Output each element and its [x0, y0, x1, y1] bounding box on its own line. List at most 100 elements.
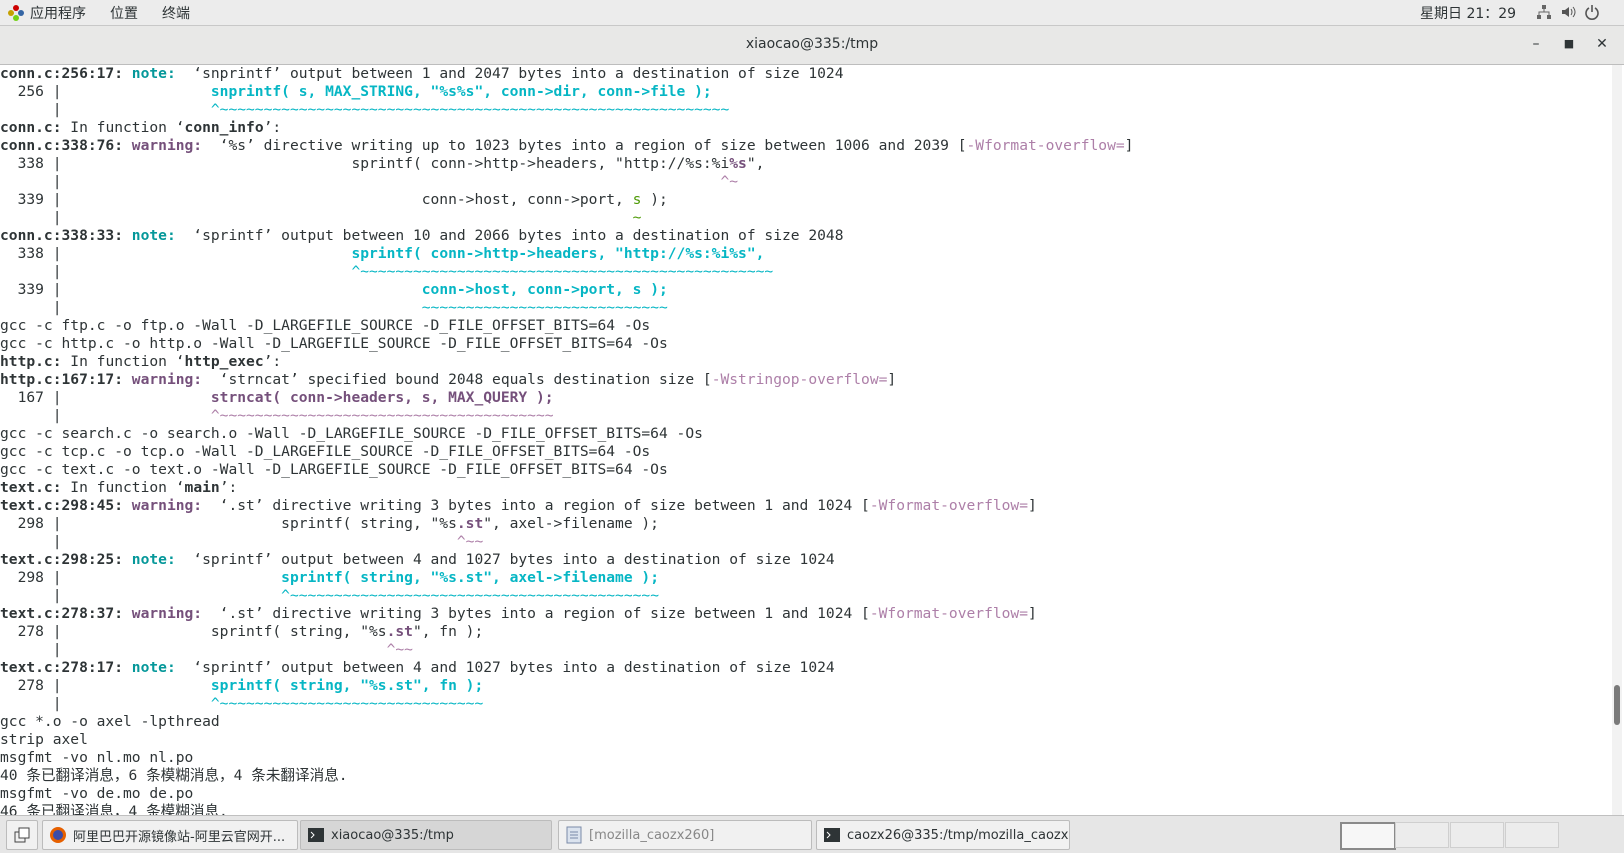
terminal-text: 298 | [0, 569, 282, 586]
terminal-line: 278 | sprintf( string, "%s.st", fn ); [0, 623, 1610, 641]
scrollbar-thumb[interactable] [1614, 685, 1620, 725]
terminal-line: 338 | sprintf( conn->http->headers, "htt… [0, 155, 1610, 173]
power-icon[interactable] [1584, 4, 1600, 20]
close-button[interactable]: ✕ [1592, 34, 1612, 54]
terminal-menu[interactable]: 终端 [162, 3, 190, 23]
terminal-text: ‘.st’ directive writing 3 bytes into a r… [210, 605, 870, 622]
workspace-1[interactable] [1340, 822, 1396, 850]
places-menu[interactable]: 位置 [110, 3, 138, 23]
terminal-text: | [0, 533, 457, 550]
terminal-text: | [0, 263, 352, 280]
terminal-line: gcc -c tcp.c -o tcp.o -Wall -D_LARGEFILE… [0, 443, 1610, 461]
terminal-text: 338 | sprintf( conn->http->headers, "htt… [0, 155, 730, 172]
volume-icon[interactable] [1560, 4, 1576, 20]
maximize-button[interactable]: ■ [1559, 34, 1579, 54]
terminal-line: conn.c: In function ‘conn_info’: [0, 119, 1610, 137]
taskbar-item-terminal-active[interactable]: xiaocao@335:/tmp [300, 820, 552, 850]
terminal-line: gcc -c text.c -o text.o -Wall -D_LARGEFI… [0, 461, 1610, 479]
terminal-text: msgfmt -vo nl.mo nl.po [0, 749, 194, 766]
terminal-line: gcc -c ftp.c -o ftp.o -Wall -D_LARGEFILE… [0, 317, 1610, 335]
terminal-text: | [0, 695, 211, 712]
top-panel: 应用程序 位置 终端 星期日 21：29 [0, 0, 1624, 26]
terminal-menu-label: 终端 [162, 6, 190, 22]
terminal-text: In function ‘ [61, 479, 185, 496]
terminal-text: text.c:278:17: [0, 659, 132, 676]
terminal-text: ’: [263, 119, 282, 136]
show-desktop-button[interactable] [6, 820, 38, 850]
terminal-text: ^~~~~~~~~~~~~~~~~~~~~~~~~~~~~~~~~~~~~~~~… [281, 587, 659, 604]
terminal-text: sprintf( string, "%s.st", fn ); [210, 677, 484, 694]
terminal-line: gcc -c http.c -o http.o -Wall -D_LARGEFI… [0, 335, 1610, 353]
terminal-icon [824, 828, 840, 842]
terminal-text: gcc *.o -o axel -lpthread [0, 713, 220, 730]
terminal-line: | ^~~~~~~~~~~~~~~~~~~~~~~~~~~~~~~ [0, 695, 1610, 713]
terminal-text: conn.c:338:33: [0, 227, 132, 244]
terminal-text: gcc -c http.c -o http.o -Wall -D_LARGEFI… [0, 335, 668, 352]
terminal-line: | ^~~ [0, 641, 1610, 659]
terminal-line: msgfmt -vo nl.mo nl.po [0, 749, 1610, 767]
terminal-line: 46 条已翻译消息，4 条模糊消息. [0, 803, 1610, 815]
terminal-text: | [0, 299, 422, 316]
terminal-text: .st [386, 623, 413, 640]
terminal-text: %s [729, 155, 747, 172]
taskbar-item-firefox[interactable]: 阿里巴巴开源镜像站-阿里云官网开... [42, 820, 298, 850]
terminal-text: ", axel->filename ); [483, 515, 659, 532]
taskbar-item-terminal-2[interactable]: caozx26@335:/tmp/mozilla_caozx··· [816, 820, 1070, 850]
terminal-line: gcc *.o -o axel -lpthread [0, 713, 1610, 731]
terminal-text: text.c:298:25: [0, 551, 132, 568]
terminal-text: warning: [131, 605, 211, 622]
terminal-line: http.c: In function ‘http_exec’: [0, 353, 1610, 371]
terminal-line: 298 | sprintf( string, "%s.st", axel->fi… [0, 515, 1610, 533]
terminal-line: 278 | sprintf( string, "%s.st", fn ); [0, 677, 1610, 695]
terminal-line: | ^~~ [0, 533, 1610, 551]
minimize-button[interactable]: – [1526, 34, 1546, 54]
terminal-text: conn.c:256:17: [0, 65, 132, 82]
network-icon[interactable] [1536, 4, 1552, 20]
workspace-2[interactable] [1395, 822, 1449, 848]
terminal-text: sprintf( string, "%s.st", axel->filename… [281, 569, 659, 586]
terminal-line: | ^~~~~~~~~~~~~~~~~~~~~~~~~~~~~~~~~~~~~~… [0, 263, 1610, 281]
terminal-line: 298 | sprintf( string, "%s.st", axel->fi… [0, 569, 1610, 587]
terminal-line: conn.c:338:76: warning: ‘%s’ directive w… [0, 137, 1610, 155]
terminal-text: http_exec [184, 353, 264, 370]
terminal-text: ^~ [720, 173, 739, 190]
terminal-text: 278 | [0, 677, 211, 694]
terminal-line: | ^~~~~~~~~~~~~~~~~~~~~~~~~~~~~~~~~~~~~~… [0, 101, 1610, 119]
terminal-text: gcc -c tcp.c -o tcp.o -Wall -D_LARGEFILE… [0, 443, 651, 460]
terminal-text: 339 | [0, 281, 422, 298]
terminal-line: msgfmt -vo de.mo de.po [0, 785, 1610, 803]
applications-menu[interactable]: 应用程序 [0, 3, 86, 23]
terminal-text: note: [131, 551, 185, 568]
terminal-text: 46 条已翻译消息，4 条模糊消息. [0, 803, 228, 815]
terminal-text: text.c:278:37: [0, 605, 132, 622]
terminal-text: text.c:298:45: [0, 497, 132, 514]
terminal-text: ‘%s’ directive writing up to 1023 bytes … [210, 137, 967, 154]
terminal-output[interactable]: conn.c:256:17: note: ‘snprintf’ output b… [0, 65, 1610, 815]
terminal-text: ’: [263, 353, 282, 370]
terminal-text: ‘snprintf’ output between 1 and 2047 byt… [184, 65, 844, 82]
terminal-line: conn.c:338:33: note: ‘sprintf’ output be… [0, 227, 1610, 245]
workspace-3[interactable] [1450, 822, 1504, 848]
terminal-line: | ^~~~~~~~~~~~~~~~~~~~~~~~~~~~~~~~~~~~~~… [0, 587, 1610, 605]
terminal-text: .st [456, 515, 484, 532]
terminal-text: | [0, 173, 721, 190]
terminal-line: 256 | snprintf( s, MAX_STRING, "%s%s", c… [0, 83, 1610, 101]
terminal-line: 40 条已翻译消息，6 条模糊消息，4 条未翻译消息. [0, 767, 1610, 785]
terminal-text: gcc -c text.c -o text.o -Wall -D_LARGEFI… [0, 461, 668, 478]
workspace-4[interactable] [1505, 822, 1559, 848]
taskbar-item-file-manager[interactable]: [mozilla_caozx260] [558, 820, 812, 850]
terminal-text: ^~~~~~~~~~~~~~~~~~~~~~~~~~~~~~~ [210, 695, 484, 712]
terminal-scrollbar[interactable] [1612, 65, 1622, 815]
terminal-line: conn.c:256:17: note: ‘snprintf’ output b… [0, 65, 1610, 83]
terminal-text: gcc -c ftp.c -o ftp.o -Wall -D_LARGEFILE… [0, 317, 651, 334]
terminal-line: | ~ [0, 209, 1610, 227]
terminal-line: | ^~~~~~~~~~~~~~~~~~~~~~~~~~~~~~~~~~~~~~… [0, 407, 1610, 425]
clock[interactable]: 星期日 21：29 [1420, 3, 1516, 23]
terminal-text: http.c:167:17: [0, 371, 132, 388]
show-desktop-icon [14, 827, 30, 843]
terminal-text: 278 | sprintf( string, "%s [0, 623, 387, 640]
terminal-text: ‘strncat’ specified bound 2048 equals de… [210, 371, 712, 388]
window-titlebar[interactable]: xiaocao@335:/tmp – ■ ✕ [0, 26, 1624, 65]
terminal-text: 40 条已翻译消息，6 条模糊消息，4 条未翻译消息. [0, 767, 348, 784]
terminal-text: warning: [131, 497, 211, 514]
